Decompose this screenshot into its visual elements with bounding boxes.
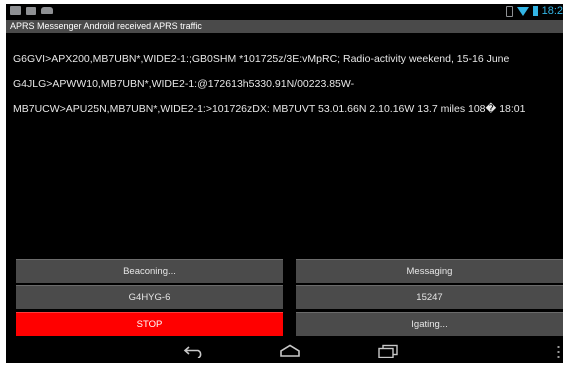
log-line: G4JLG>APWW10,MB7UBN*,WIDE2-1:@172613h533… — [13, 78, 355, 90]
status-notifications — [10, 6, 53, 15]
callsign-button[interactable]: G4HYG-6 — [16, 285, 283, 309]
android-screen: 18:2 APRS Messenger Android received APR… — [6, 4, 563, 363]
stop-button[interactable]: STOP — [16, 312, 283, 336]
recent-apps-icon[interactable] — [376, 343, 400, 359]
wifi-icon — [516, 6, 529, 16]
log-line: MB7UCW>APU25N,MB7UBN*,WIDE2-1:>101726zDX… — [13, 103, 526, 115]
window-title: APRS Messenger Android received APRS tra… — [6, 20, 563, 33]
battery-icon — [532, 6, 538, 16]
igating-button[interactable]: Igating... — [296, 312, 563, 336]
home-icon[interactable] — [278, 343, 302, 359]
status-system: 18:2 — [505, 5, 563, 17]
status-bar: 18:2 — [6, 4, 563, 20]
navigation-bar — [6, 339, 563, 363]
car-icon — [41, 7, 53, 14]
vibrate-icon — [505, 5, 513, 17]
traffic-log: G6GVI>APX200,MB7UBN*,WIDE2-1:;GB0SHM *10… — [13, 52, 558, 127]
log-line: G6GVI>APX200,MB7UBN*,WIDE2-1:;GB0SHM *10… — [13, 53, 510, 65]
mail-icon — [26, 6, 36, 15]
messaging-button[interactable]: Messaging — [296, 259, 563, 283]
back-icon[interactable] — [182, 343, 206, 359]
clock: 18:2 — [541, 5, 563, 17]
overflow-menu-icon[interactable] — [557, 345, 560, 358]
port-button[interactable]: 15247 — [296, 285, 563, 309]
beaconing-button[interactable]: Beaconing... — [16, 259, 283, 283]
screenshot-icon — [10, 6, 21, 15]
